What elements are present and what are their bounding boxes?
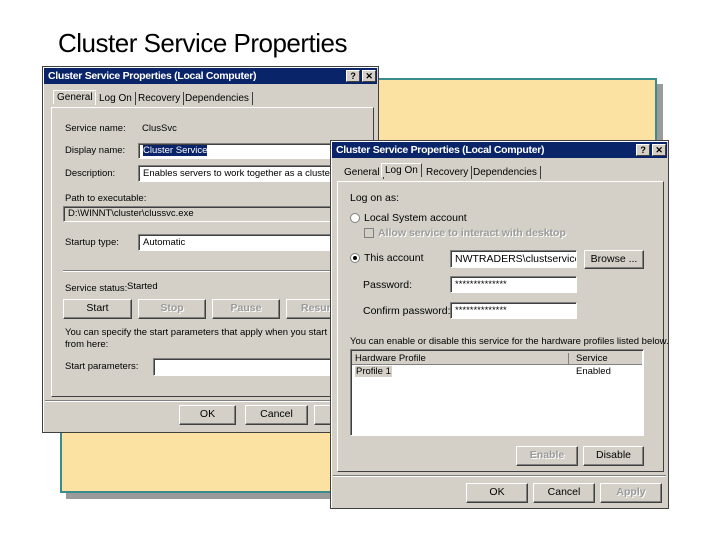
service-status-value: Started (127, 281, 158, 292)
list-header: Hardware Profile Service (352, 351, 642, 365)
confirm-password-input[interactable]: ************** (450, 302, 577, 319)
general-dialog: Cluster Service Properties (Local Comput… (42, 66, 379, 433)
enable-button[interactable]: Enable (516, 446, 578, 466)
path-label: Path to executable: (65, 193, 147, 204)
logon-dialog: Cluster Service Properties (Local Comput… (330, 140, 669, 509)
tab-general[interactable]: General (53, 90, 96, 104)
path-field: D:\WINNT\cluster\clussvc.exe (63, 206, 338, 222)
table-row[interactable]: Profile 1 Enabled (352, 366, 642, 379)
password-input[interactable]: ************** (450, 276, 577, 293)
hardware-profile-list[interactable]: Hardware Profile Service Profile 1 Enabl… (350, 349, 644, 436)
service-status-label: Service status: (65, 283, 128, 294)
close-button[interactable]: ✕ (652, 144, 666, 156)
ok-button[interactable]: OK (179, 405, 236, 425)
tab-log-on[interactable]: Log On (381, 163, 422, 177)
slide-title: Cluster Service Properties (58, 28, 348, 58)
ok-button[interactable]: OK (466, 483, 528, 503)
description-label: Description: (65, 168, 116, 179)
tab-general[interactable]: General (341, 166, 384, 179)
start-button[interactable]: Start (63, 299, 132, 319)
column-hardware-profile[interactable]: Hardware Profile (355, 353, 569, 364)
profile-cell: Profile 1 (355, 366, 392, 377)
allow-desktop-label: Allow service to interact with desktop (378, 227, 566, 239)
help-button[interactable]: ? (346, 70, 360, 82)
tab-strip: General Log On Recovery Dependencies (339, 163, 659, 181)
dialog-title: Cluster Service Properties (Local Comput… (48, 70, 257, 82)
pause-button[interactable]: Pause (212, 299, 280, 319)
profiles-help-text: You can enable or disable this service f… (350, 336, 669, 347)
start-params-label: Start parameters: (65, 361, 139, 372)
title-bar: Cluster Service Properties (Local Comput… (332, 142, 667, 158)
tab-dependencies[interactable]: Dependencies (470, 166, 541, 179)
cancel-button[interactable]: Cancel (533, 483, 595, 503)
tab-log-on[interactable]: Log On (95, 92, 136, 105)
service-name-label: Service name: (65, 123, 126, 134)
startup-type-select[interactable]: Automatic (138, 234, 338, 251)
startup-type-label: Startup type: (65, 237, 119, 248)
title-bar: Cluster Service Properties (Local Comput… (44, 68, 377, 84)
display-name-text: Cluster Service (143, 145, 208, 156)
display-name-input[interactable]: Cluster Service (138, 143, 338, 159)
column-service[interactable]: Service (576, 353, 608, 364)
service-cell: Enabled (576, 366, 611, 377)
divider (333, 475, 666, 477)
apply-button[interactable]: Apply (600, 483, 662, 503)
browse-button[interactable]: Browse ... (584, 250, 644, 269)
this-account-radio[interactable] (350, 253, 360, 263)
dialog-title: Cluster Service Properties (Local Comput… (336, 144, 545, 156)
divider (63, 270, 353, 272)
confirm-password-label: Confirm password: (363, 305, 451, 317)
description-input[interactable]: Enables servers to work together as a cl… (138, 165, 338, 182)
account-input[interactable]: NWTRADERS\clustservice (450, 250, 577, 268)
password-label: Password: (363, 279, 413, 291)
tab-strip: General Log On Recovery Dependencies (51, 90, 371, 108)
disable-button[interactable]: Disable (583, 446, 644, 466)
start-params-input[interactable] (153, 358, 338, 376)
local-system-radio[interactable] (350, 213, 360, 223)
tab-recovery[interactable]: Recovery (135, 92, 185, 105)
log-on-as-label: Log on as: (350, 192, 400, 204)
display-name-label: Display name: (65, 145, 126, 156)
stop-button[interactable]: Stop (138, 299, 206, 319)
service-name-value: ClusSvc (142, 123, 177, 134)
tab-dependencies[interactable]: Dependencies (182, 92, 253, 105)
allow-desktop-checkbox[interactable] (364, 228, 374, 238)
help-button[interactable]: ? (636, 144, 650, 156)
tab-recovery[interactable]: Recovery (423, 166, 473, 179)
close-button[interactable]: ✕ (362, 70, 376, 82)
params-help-text-2: from here: (65, 339, 109, 350)
divider (45, 400, 375, 402)
this-account-label[interactable]: This account (364, 252, 424, 264)
cancel-button[interactable]: Cancel (245, 405, 308, 425)
params-help-text-1: You can specify the start parameters tha… (65, 327, 371, 338)
local-system-label[interactable]: Local System account (364, 212, 467, 224)
